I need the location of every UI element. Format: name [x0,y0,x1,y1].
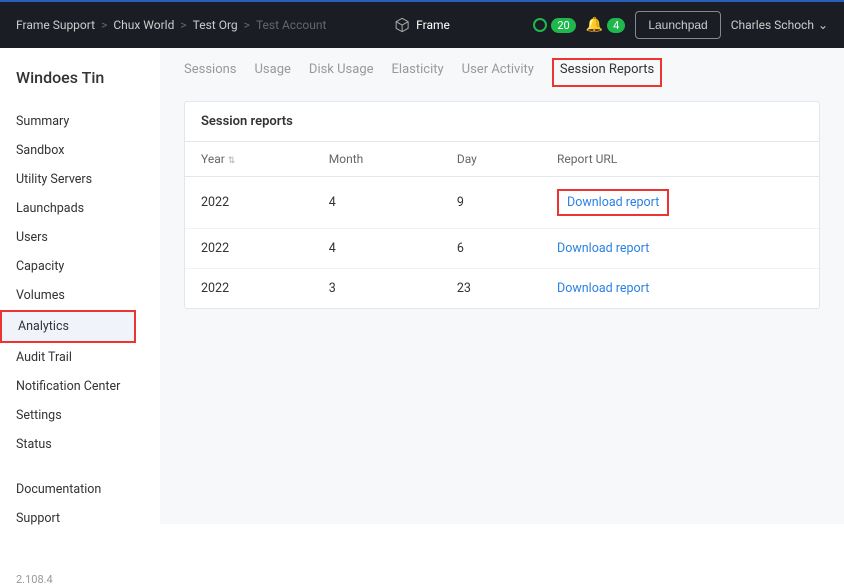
cell-year: 2022 [185,177,313,229]
tab-elasticity[interactable]: Elasticity [392,62,444,87]
notif-badge: 4 [607,18,625,33]
brand-label: Frame [416,18,450,32]
chevron-right-icon: > [180,18,186,32]
col-report-url[interactable]: Report URL [541,142,819,177]
status-indicator[interactable]: 20 [533,18,575,33]
table-row: 2022 3 23 Download report [185,269,819,309]
breadcrumb-item[interactable]: Frame Support [16,18,95,32]
brand-logo[interactable]: Frame [394,17,450,33]
chevron-right-icon: > [244,18,250,32]
download-report-link[interactable]: Download report [557,189,669,216]
notifications[interactable]: 🔔 4 [586,17,626,33]
cell-month: 4 [313,177,441,229]
sidebar-item-utility-servers[interactable]: Utility Servers [16,165,160,194]
sidebar-item-documentation[interactable]: Documentation [16,475,160,504]
cell-day: 9 [441,177,541,229]
table-row: 2022 4 6 Download report [185,229,819,269]
cell-month: 3 [313,269,441,309]
sidebar-item-analytics[interactable]: Analytics [0,310,136,343]
breadcrumb-item-current: Test Account [256,18,326,32]
cell-month: 4 [313,229,441,269]
sidebar-item-audit-trail[interactable]: Audit Trail [16,343,160,372]
sort-icon: ⇅ [228,156,236,166]
page-title: Windoes Tin [16,68,160,87]
status-badge: 20 [551,18,575,33]
cell-day: 6 [441,229,541,269]
bell-icon: 🔔 [586,17,603,33]
chevron-right-icon: > [101,18,107,32]
table-row: 2022 4 9 Download report [185,177,819,229]
breadcrumb: Frame Support > Chux World > Test Org > … [16,18,533,32]
sidebar-item-users[interactable]: Users [16,223,160,252]
user-name: Charles Schoch [731,18,814,32]
download-report-link[interactable]: Download report [557,241,649,256]
tab-user-activity[interactable]: User Activity [462,62,534,87]
tab-session-reports[interactable]: Session Reports [552,58,662,87]
sidebar-item-settings[interactable]: Settings [16,401,160,430]
cube-icon [394,17,410,33]
sidebar-item-sandbox[interactable]: Sandbox [16,136,160,165]
circle-icon [533,18,547,32]
sidebar-item-status[interactable]: Status [16,430,160,459]
cell-day: 23 [441,269,541,309]
tab-sessions[interactable]: Sessions [184,62,237,87]
launchpad-button[interactable]: Launchpad [635,11,720,39]
sidebar-item-launchpads[interactable]: Launchpads [16,194,160,223]
reports-table: Year⇅ Month Day Report URL 2022 4 9 Down… [185,142,819,308]
sidebar-item-support[interactable]: Support [16,504,160,533]
sidebar-item-notification-center[interactable]: Notification Center [16,372,160,401]
user-menu[interactable]: Charles Schoch ⌄ [731,18,828,32]
sidebar-item-summary[interactable]: Summary [16,107,160,136]
col-month[interactable]: Month [313,142,441,177]
download-report-link[interactable]: Download report [557,281,649,296]
col-day[interactable]: Day [441,142,541,177]
breadcrumb-item[interactable]: Test Org [193,18,238,32]
tab-disk-usage[interactable]: Disk Usage [309,62,374,87]
cell-year: 2022 [185,269,313,309]
panel-title: Session reports [185,102,819,142]
tab-usage[interactable]: Usage [255,62,291,87]
chevron-down-icon: ⌄ [818,18,828,32]
breadcrumb-item[interactable]: Chux World [113,18,174,32]
sidebar-item-volumes[interactable]: Volumes [16,281,160,310]
version-label: 2.108.4 [16,573,160,586]
col-year[interactable]: Year⇅ [185,142,313,177]
cell-year: 2022 [185,229,313,269]
sidebar-item-capacity[interactable]: Capacity [16,252,160,281]
